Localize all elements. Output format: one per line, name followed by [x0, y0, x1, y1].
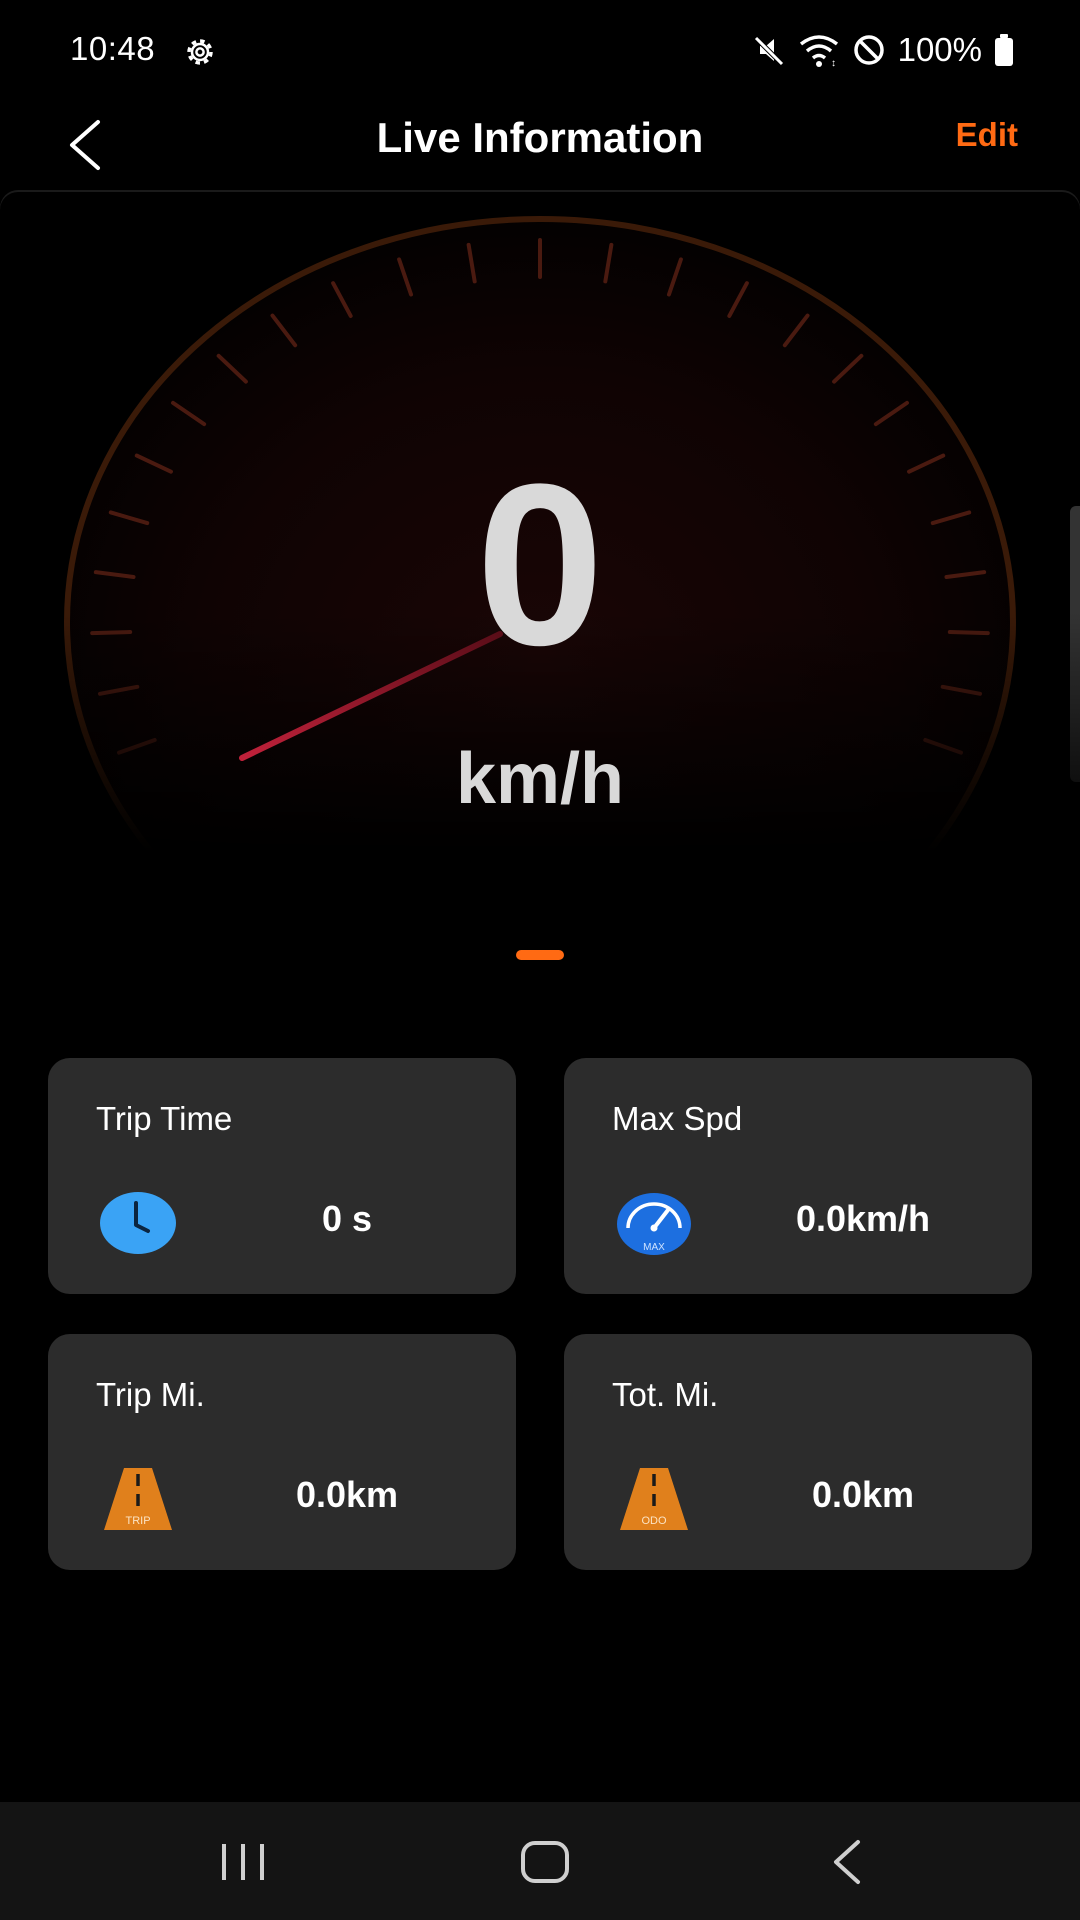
- card-trip-mileage[interactable]: Trip Mi. TRIP 0.0km: [48, 1334, 516, 1570]
- card-value: 0.0km/h: [795, 1198, 931, 1239]
- recent-apps-icon[interactable]: [208, 1832, 278, 1892]
- navigation-bar: [0, 1802, 1080, 1920]
- status-icons: ↕ 100%: [750, 30, 1014, 70]
- edit-button[interactable]: Edit: [956, 116, 1018, 154]
- header: Live Information Edit: [0, 100, 1080, 190]
- icon-text: TRIP: [125, 1515, 150, 1527]
- speed-unit: km/h: [455, 739, 625, 819]
- card-total-mileage[interactable]: Tot. Mi. ODO 0.0km: [564, 1334, 1032, 1570]
- icon-text: ODO: [641, 1515, 667, 1527]
- card-value: 0.0km: [811, 1474, 915, 1515]
- do-not-disturb-icon: [853, 35, 884, 65]
- mute-icon: [753, 36, 784, 66]
- home-icon[interactable]: [510, 1832, 580, 1892]
- status-bar: 10:48 ↕ 100%: [0, 0, 1080, 100]
- page-title: Live Information: [376, 114, 704, 161]
- road-odo-icon: ODO: [620, 1468, 688, 1530]
- battery-percent: 100%: [897, 31, 982, 68]
- settings-icon: [187, 39, 213, 65]
- battery-icon: [995, 34, 1013, 66]
- back-icon[interactable]: [814, 1832, 884, 1892]
- max-speed-gauge-icon: MAX: [617, 1193, 691, 1255]
- card-value: 0 s: [321, 1198, 373, 1239]
- svg-text:↕: ↕: [831, 58, 836, 68]
- clock-icon: [100, 1192, 176, 1254]
- icon-text: MAX: [643, 1242, 665, 1253]
- card-max-speed[interactable]: Max Spd MAX 0.0km/h: [564, 1058, 1032, 1294]
- card-title: Max Spd: [612, 1100, 743, 1137]
- road-trip-icon: TRIP: [104, 1468, 172, 1530]
- status-time: 10:48: [70, 30, 156, 67]
- card-title: Trip Mi.: [96, 1376, 205, 1413]
- speed-value: 0: [476, 436, 604, 693]
- screen: 10:48 ↕ 100% Live Information Edit 0 km/…: [0, 0, 1080, 1920]
- card-title: Trip Time: [96, 1100, 233, 1137]
- card-value: 0.0km: [295, 1474, 399, 1515]
- page-indicator[interactable]: [516, 950, 564, 960]
- card-trip-time[interactable]: Trip Time 0 s: [48, 1058, 516, 1294]
- wifi-icon: ↕: [799, 35, 838, 68]
- card-title: Tot. Mi.: [612, 1376, 719, 1413]
